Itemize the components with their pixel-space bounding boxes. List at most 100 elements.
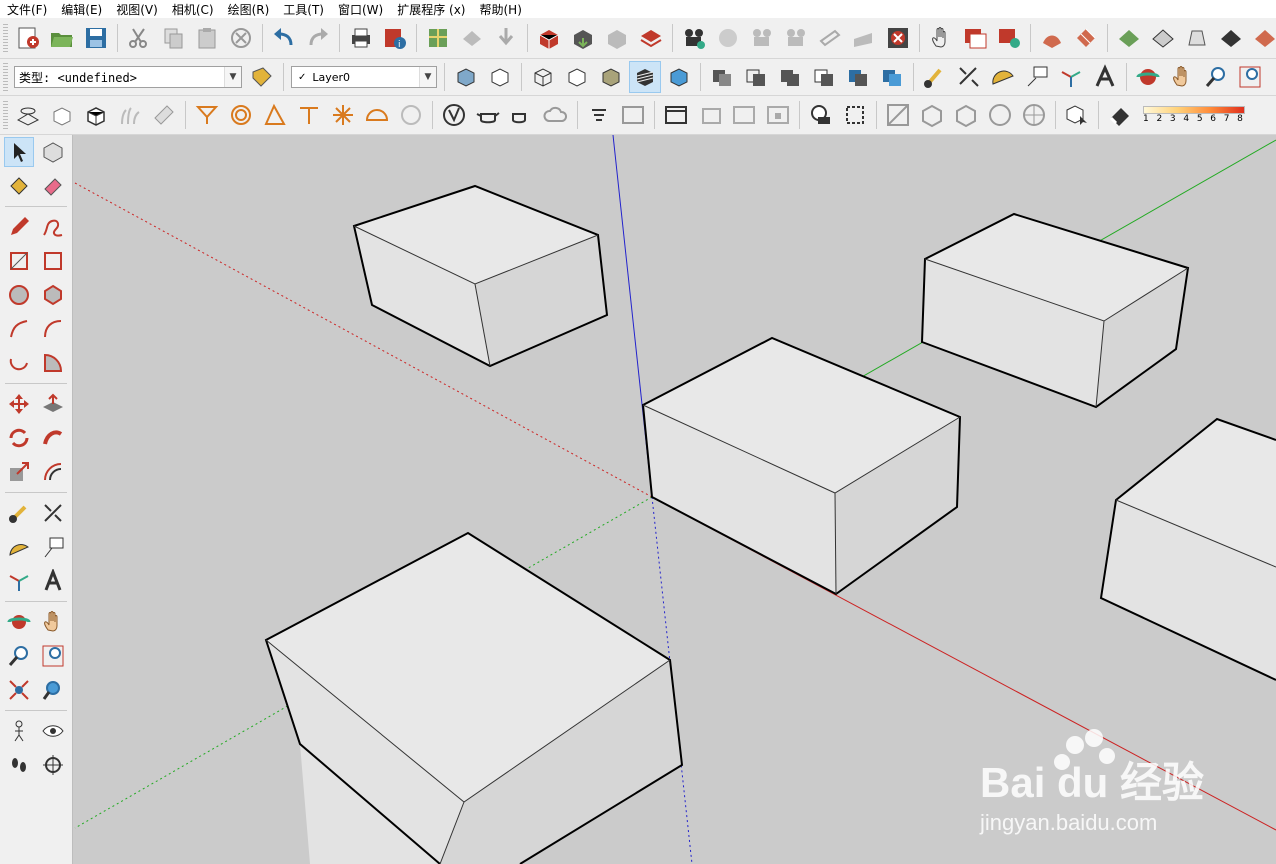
erase-button[interactable]	[225, 22, 257, 54]
new-file-button[interactable]	[12, 22, 44, 54]
lock-window-button[interactable]	[762, 99, 794, 131]
toolbar-grip[interactable]	[3, 101, 8, 129]
material-picker-button[interactable]	[882, 99, 914, 131]
axes-tool-button[interactable]	[4, 566, 34, 596]
delete-section-button[interactable]	[882, 22, 914, 54]
render-teapot-button[interactable]	[472, 99, 504, 131]
freehand-tool-button[interactable]	[38, 212, 68, 242]
rectangle-tool-button[interactable]	[4, 246, 34, 276]
push-pull-button[interactable]	[38, 389, 68, 419]
cube-b-button[interactable]	[950, 99, 982, 131]
scene-button[interactable]	[712, 22, 744, 54]
sandbox-drape-button[interactable]	[1181, 22, 1213, 54]
toolbar-grip[interactable]	[3, 24, 8, 52]
copy-button[interactable]	[157, 22, 189, 54]
two-point-arc-button[interactable]	[38, 314, 68, 344]
menu-item[interactable]: 窗口(W)	[331, 1, 390, 18]
polygon-tool-button[interactable]	[38, 280, 68, 310]
arc-tool-button[interactable]	[4, 314, 34, 344]
sandbox-add-detail-button[interactable]	[1215, 22, 1247, 54]
sandbox-grid-button[interactable]	[1070, 22, 1102, 54]
intersect-button[interactable]	[740, 61, 772, 93]
chevron-down-icon[interactable]: ▼	[224, 67, 241, 87]
mesh-light-button[interactable]	[395, 99, 427, 131]
zoom-tool-button[interactable]	[4, 641, 34, 671]
make-component-button[interactable]	[38, 137, 68, 167]
shaded-button[interactable]	[595, 61, 627, 93]
walk-button[interactable]	[4, 750, 34, 780]
offset-tool-button[interactable]	[38, 457, 68, 487]
materials-button[interactable]	[601, 22, 633, 54]
rotated-rectangle-button[interactable]	[38, 246, 68, 276]
previous-view-button[interactable]	[38, 675, 68, 705]
line-tool-button[interactable]	[4, 212, 34, 242]
orbit-button[interactable]	[1132, 61, 1164, 93]
tape-measure-tool-button[interactable]	[4, 498, 34, 528]
dome-light-button[interactable]	[361, 99, 393, 131]
save-button[interactable]	[80, 22, 112, 54]
select-tool-button[interactable]	[4, 137, 34, 167]
uv-sphere-button[interactable]	[1018, 99, 1050, 131]
menu-item[interactable]: 工具(T)	[276, 1, 331, 18]
position-camera-button[interactable]	[4, 716, 34, 746]
pan-hand-button[interactable]	[925, 22, 957, 54]
3d-viewport[interactable]: Bai du 经验 jingyan.baidu.com	[73, 135, 1276, 864]
move-tool-button[interactable]	[4, 389, 34, 419]
lamp-button[interactable]	[191, 99, 223, 131]
window-button[interactable]	[660, 99, 692, 131]
styles-button[interactable]	[635, 22, 667, 54]
proxy-button[interactable]	[839, 99, 871, 131]
cube-a-button[interactable]	[916, 99, 948, 131]
cloud-window-button[interactable]	[728, 99, 760, 131]
look-around-button[interactable]	[38, 716, 68, 746]
pan-button[interactable]	[1166, 61, 1198, 93]
undo-button[interactable]	[268, 22, 300, 54]
outer-shell-button[interactable]	[706, 61, 738, 93]
pan-tool-button[interactable]	[38, 607, 68, 637]
back-edges-button[interactable]	[484, 61, 516, 93]
dimension-button[interactable]	[953, 61, 985, 93]
section-plane-tool-button[interactable]	[38, 750, 68, 780]
model-canvas[interactable]: Bai du 经验 jingyan.baidu.com	[73, 135, 1276, 864]
spot-light-button[interactable]	[259, 99, 291, 131]
layer-dropdown[interactable]: ✓ Layer0 ▼	[291, 66, 437, 88]
circle-tool-button[interactable]	[4, 280, 34, 310]
dimension-tool-button[interactable]	[38, 498, 68, 528]
wireframe-button[interactable]	[527, 61, 559, 93]
sphere-light-button[interactable]	[225, 99, 257, 131]
section-fill-button[interactable]	[12, 99, 44, 131]
photo-export-button[interactable]	[993, 22, 1025, 54]
box-top-right[interactable]	[920, 212, 1190, 409]
checker-sphere-button[interactable]	[984, 99, 1016, 131]
interactive-render-button[interactable]	[506, 99, 538, 131]
sandbox-stamp-button[interactable]	[1147, 22, 1179, 54]
photo-texture-button[interactable]	[959, 22, 991, 54]
cut-button[interactable]	[123, 22, 155, 54]
download-button[interactable]	[490, 22, 522, 54]
hidden-line-button[interactable]	[561, 61, 593, 93]
chevron-down-icon[interactable]: ▼	[419, 67, 436, 87]
sandbox-contour-button[interactable]	[1113, 22, 1145, 54]
follow-me-button[interactable]	[38, 423, 68, 453]
warehouse-button[interactable]	[456, 22, 488, 54]
protractor-button[interactable]	[987, 61, 1019, 93]
omni-light-button[interactable]	[327, 99, 359, 131]
geo-location-button[interactable]	[422, 22, 454, 54]
batch-render-button[interactable]	[617, 99, 649, 131]
components-button[interactable]	[533, 22, 565, 54]
zoom-button[interactable]	[1200, 61, 1232, 93]
zoom-window-tool-button[interactable]	[38, 641, 68, 671]
menu-item[interactable]: 绘图(R)	[221, 1, 277, 18]
3d-text-tool-button[interactable]	[38, 566, 68, 596]
sphere-button[interactable]	[805, 99, 837, 131]
ies-light-button[interactable]	[293, 99, 325, 131]
section-cut-button[interactable]	[848, 22, 880, 54]
union-button[interactable]	[774, 61, 806, 93]
open-file-button[interactable]	[46, 22, 78, 54]
hatch-button[interactable]	[148, 99, 180, 131]
print-button[interactable]	[345, 22, 377, 54]
grass-button[interactable]	[114, 99, 146, 131]
text-button[interactable]	[1021, 61, 1053, 93]
split-button[interactable]	[876, 61, 908, 93]
joint-push-button[interactable]	[80, 99, 112, 131]
